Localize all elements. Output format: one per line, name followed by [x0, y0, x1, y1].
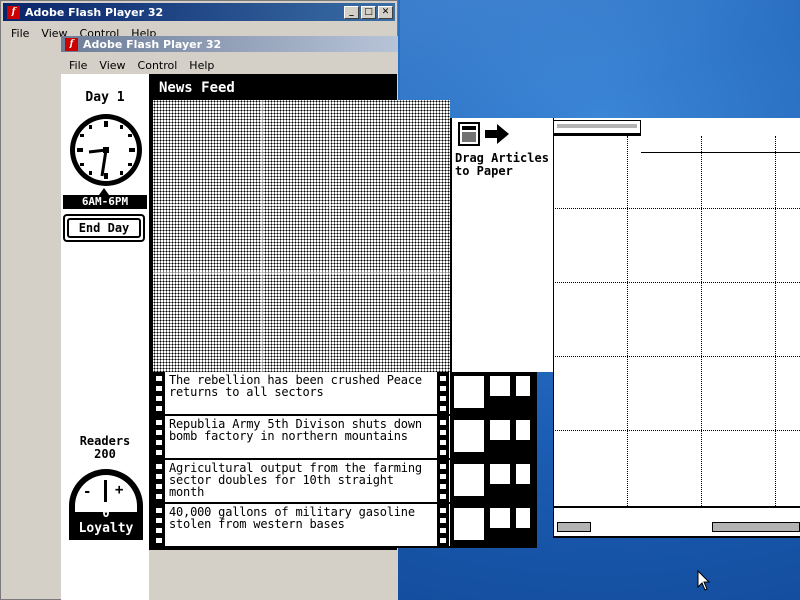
- newspaper-footer-left: [557, 522, 591, 532]
- film-strip-left: [153, 504, 165, 548]
- size-large-option[interactable]: [454, 420, 484, 452]
- size-medium-option[interactable]: [490, 376, 510, 396]
- size-small-option[interactable]: [516, 376, 530, 396]
- menu-help[interactable]: Help: [183, 59, 220, 72]
- size-large-option[interactable]: [454, 464, 484, 496]
- maximize-button[interactable]: □: [361, 5, 376, 19]
- loyalty-value: 0: [102, 506, 110, 520]
- minimize-button[interactable]: _: [344, 5, 359, 19]
- back-titlebar[interactable]: f Adobe Flash Player 32 _ □ ✕: [3, 3, 395, 21]
- article-size-options: [450, 416, 537, 460]
- menu-file[interactable]: File: [5, 27, 35, 40]
- end-day-button[interactable]: End Day: [63, 214, 145, 242]
- right-arrow-icon: [485, 124, 509, 144]
- drag-hint-text: Drag Articles to Paper: [455, 151, 549, 178]
- flash-player-icon: f: [7, 5, 20, 19]
- newspaper-masthead: [553, 120, 641, 134]
- loyalty-needle: [104, 480, 107, 502]
- article-size-options: [450, 504, 537, 548]
- game-canvas: Day 1 6AM-6PM End Day Readers 200 - + 0 …: [61, 74, 800, 600]
- back-window-title: Adobe Flash Player 32: [25, 5, 164, 19]
- size-small-option[interactable]: [516, 464, 530, 484]
- size-small-option[interactable]: [516, 508, 530, 528]
- paper-icon: [458, 122, 480, 146]
- readers-label: Readers: [79, 434, 131, 448]
- size-medium-option[interactable]: [490, 464, 510, 484]
- newspaper-page[interactable]: [553, 118, 800, 538]
- front-titlebar[interactable]: f Adobe Flash Player 32: [61, 36, 398, 52]
- menu-view[interactable]: View: [93, 59, 131, 72]
- loyalty-minus-icon: -: [83, 484, 92, 500]
- news-feed-empty-area: [153, 100, 450, 372]
- film-strip-right: [437, 504, 449, 548]
- mouse-cursor-icon: [697, 570, 711, 591]
- news-feed-header: News Feed: [153, 76, 397, 100]
- size-large-option[interactable]: [454, 508, 484, 540]
- size-medium-option[interactable]: [490, 420, 510, 440]
- article-headline: Agricultural output from the farming sec…: [169, 461, 422, 499]
- clock-icon: [70, 114, 142, 186]
- article-headline: The rebellion has been crushed Peace ret…: [169, 373, 422, 399]
- film-strip-right: [437, 460, 449, 504]
- article-size-options: [450, 460, 537, 504]
- menu-file[interactable]: File: [63, 59, 93, 72]
- menu-control[interactable]: Control: [132, 59, 184, 72]
- article-headline: Republia Army 5th Divison shuts down bom…: [169, 417, 422, 443]
- article-size-options: [450, 372, 537, 416]
- time-range: 6AM-6PM: [63, 195, 147, 209]
- size-large-option[interactable]: [454, 376, 484, 408]
- article-headline: 40,000 gallons of military gasoline stol…: [169, 505, 415, 531]
- film-strip-right: [437, 416, 449, 460]
- newspaper-footer-right: [712, 522, 800, 532]
- end-day-label: End Day: [67, 218, 141, 238]
- flash-player-icon: f: [65, 37, 78, 51]
- time-pointer-icon: [99, 188, 109, 195]
- front-window-title: Adobe Flash Player 32: [83, 37, 222, 51]
- film-strip-left: [153, 416, 165, 460]
- readers-count: 200: [94, 447, 116, 461]
- front-menubar: File View Control Help: [61, 56, 398, 74]
- size-small-option[interactable]: [516, 420, 530, 440]
- film-strip-left: [153, 460, 165, 504]
- loyalty-plus-icon: +: [115, 482, 124, 498]
- film-strip-left: [153, 372, 165, 416]
- close-button[interactable]: ✕: [378, 5, 393, 19]
- size-medium-option[interactable]: [490, 508, 510, 528]
- day-label: Day 1: [85, 90, 125, 105]
- loyalty-label: Loyalty: [78, 521, 134, 536]
- film-strip-right: [437, 372, 449, 416]
